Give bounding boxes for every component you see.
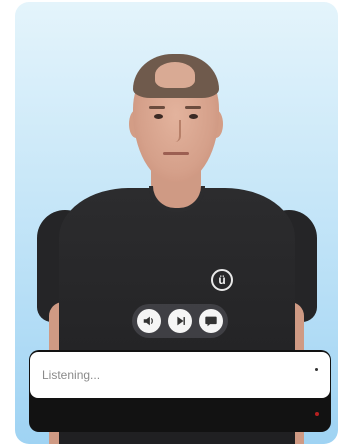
nose: [171, 120, 181, 142]
play-button[interactable]: [168, 309, 192, 333]
chat-button[interactable]: [199, 309, 223, 333]
left-brow: [149, 106, 165, 109]
chat-bubble-icon: [205, 316, 217, 327]
right-eye: [189, 114, 198, 119]
video-stage: ü: [15, 2, 338, 444]
shirt-logo-icon: ü: [211, 269, 233, 291]
speaker-button[interactable]: [137, 309, 161, 333]
chat-input[interactable]: [42, 352, 318, 398]
play-icon: [177, 316, 185, 326]
more-dot-icon[interactable]: [315, 368, 318, 371]
right-brow: [185, 106, 201, 109]
chat-input-container[interactable]: [30, 352, 330, 398]
recording-indicator-icon: [315, 412, 319, 416]
speaker-icon: [143, 316, 153, 326]
mouth: [163, 152, 189, 155]
media-controls: [132, 304, 228, 338]
chat-panel: [29, 350, 331, 432]
left-eye: [154, 114, 163, 119]
receding-hairline: [155, 62, 195, 88]
